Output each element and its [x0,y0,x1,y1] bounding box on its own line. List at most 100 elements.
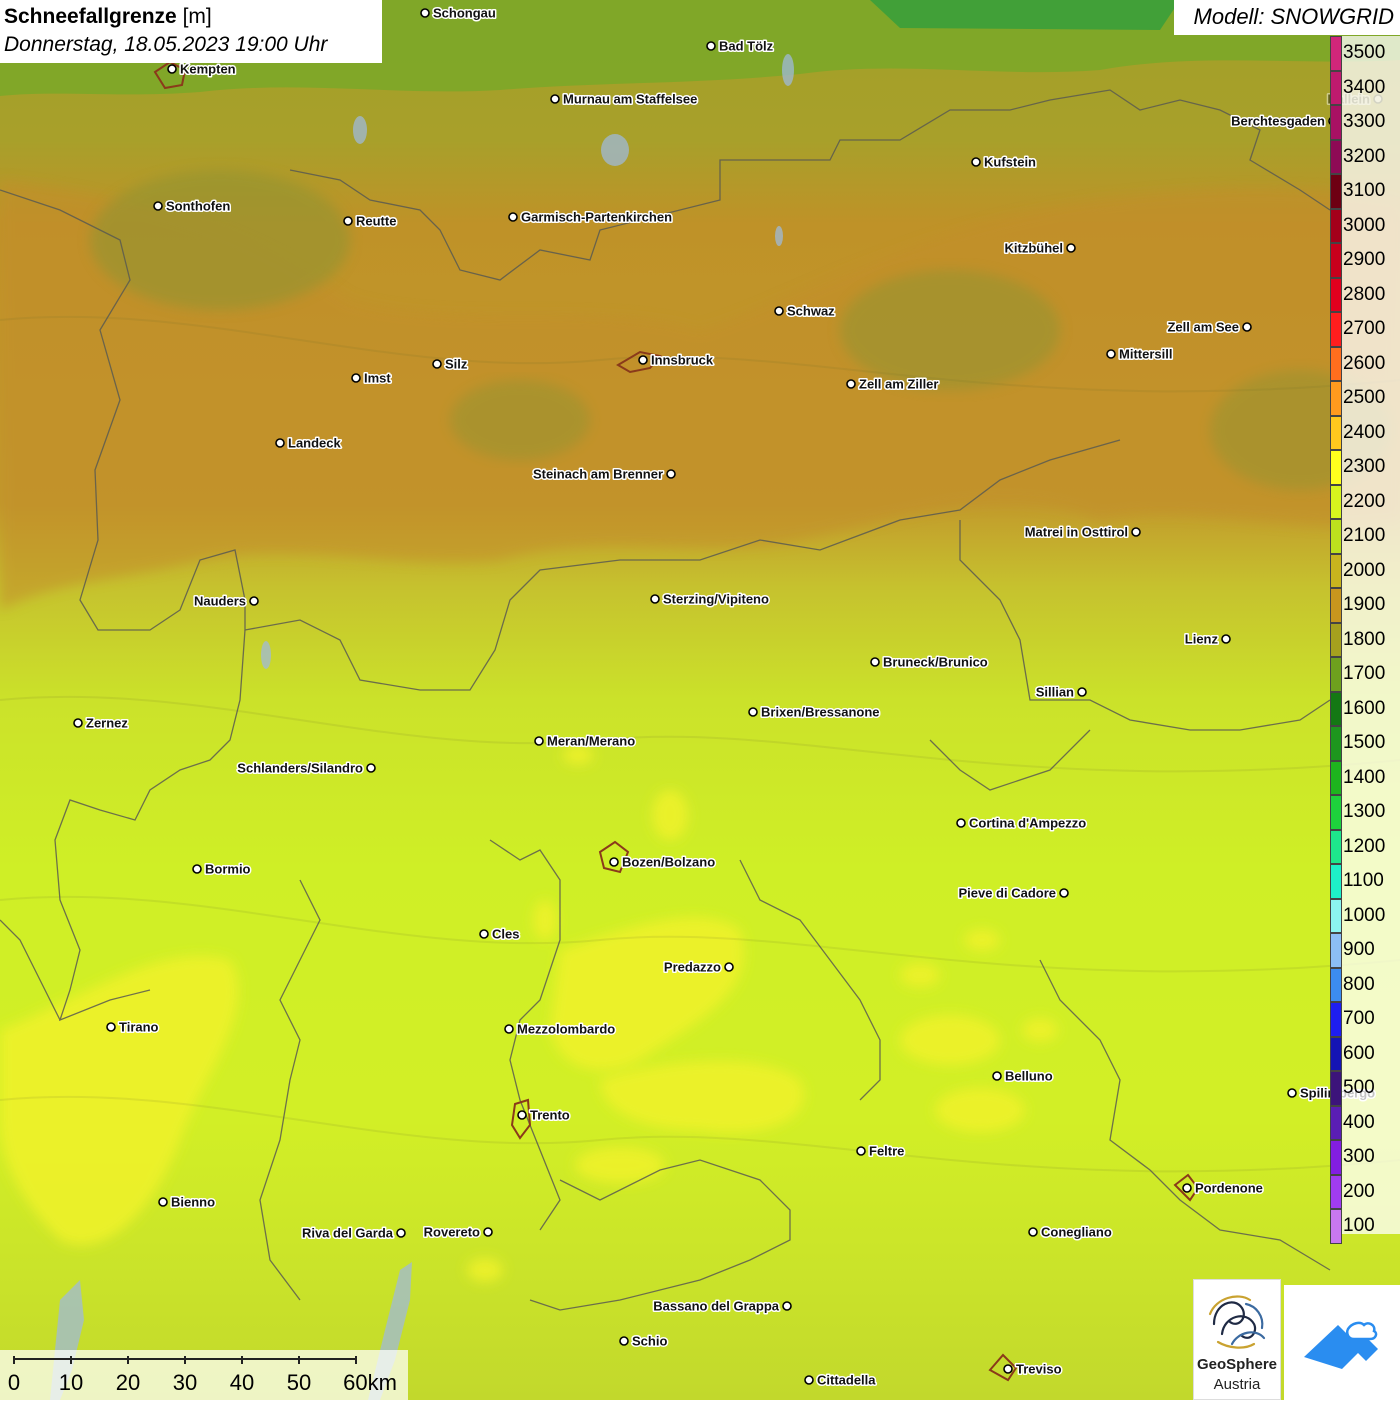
city-marker: Innsbruck [638,351,715,369]
city-dot [192,864,202,874]
legend-label: 1600 [1343,697,1386,719]
city-label: Bruneck/Brunico [883,655,988,670]
city-label: Zell am Ziller [859,377,938,392]
snowline-map[interactable]: Schongau Bad Tölz Kempten Murnau am Staffel… [0,0,1400,1400]
scale-label: 50 [286,1370,312,1395]
legend-row: 1500 [1330,726,1400,761]
legend-swatch [1330,381,1342,416]
legend-row: 1600 [1330,691,1400,726]
city-marker: Cortina d'Ampezzo [956,814,1088,832]
legend-row: 800 [1330,967,1400,1002]
legend-label: 3000 [1343,214,1386,236]
parameter-unit: [m] [182,5,212,28]
city-marker: Matrei in Osttirol [1023,523,1141,541]
city-dot [153,201,163,211]
city-label: Bassano del Grappa [653,1299,779,1314]
city-label: Bozen/Bolzano [622,855,715,870]
city-dot [508,212,518,222]
legend-swatch [1330,484,1342,519]
city-label: Garmisch-Partenkirchen [521,210,672,225]
city-dot [420,8,430,18]
city-dot [158,1197,168,1207]
city-dot [856,1146,866,1156]
geosphere-swirl-icon [1208,1295,1266,1349]
legend-swatch [1330,139,1342,174]
city-dot [479,929,489,939]
city-dot [73,718,83,728]
city-label: Berchtesgaden [1231,114,1325,129]
app-logo[interactable] [1284,1285,1400,1400]
scale-label: 60km [343,1370,397,1395]
city-dot [666,469,676,479]
legend-swatch [1330,657,1342,692]
city-dot [106,1022,116,1032]
legend-swatch [1330,208,1342,243]
legend-label: 100 [1343,1215,1375,1237]
legend-label: 2000 [1343,559,1386,581]
legend-swatch [1330,1140,1342,1175]
legend-label: 900 [1343,939,1375,961]
legend-row: 900 [1330,933,1400,968]
city-label: Imst [364,371,391,386]
valid-datetime: Donnerstag, 18.05.2023 19:00 Uhr [4,33,328,56]
city-dot [1287,1088,1297,1098]
city-label: Belluno [1005,1069,1053,1084]
city-dot [870,657,880,667]
scale-tick [355,1356,357,1364]
legend-label: 1200 [1343,835,1386,857]
city-dot [432,359,442,369]
city-dot [1106,349,1116,359]
scale-bar: 0 10 20 30 40 50 60km [0,1350,408,1400]
legend-label: 2200 [1343,490,1386,512]
legend-swatch [1330,691,1342,726]
city-label: Mezzolombardo [517,1022,615,1037]
legend-label: 800 [1343,973,1375,995]
legend-swatch [1330,1105,1342,1140]
city-dot [609,857,619,867]
city-dot [1059,888,1069,898]
city-label: Rovereto [424,1225,480,1240]
legend-label: 2100 [1343,525,1386,547]
city-label: Tirano [119,1020,159,1035]
city-dot [638,355,648,365]
legend-swatch [1330,933,1342,968]
scale-tick [13,1356,15,1364]
city-marker: Bruneck/Brunico [870,653,989,671]
city-label: Conegliano [1041,1225,1112,1240]
city-dot [619,1336,629,1346]
city-dot [1003,1364,1013,1374]
city-dot [1182,1183,1192,1193]
legend-swatch [1330,312,1342,347]
olive-patch [450,380,590,460]
city-label: Zernez [86,716,128,731]
legend-label: 2300 [1343,456,1386,478]
legend-label: 500 [1343,1077,1375,1099]
legend-row: 700 [1330,1002,1400,1037]
city-label: Kempten [180,62,236,77]
city-marker: Bassano del Grappa [652,1297,792,1315]
city-label: Zell am See [1167,320,1239,335]
city-marker: Meran/Merano [534,732,637,750]
city-marker: Sonthofen [153,197,232,215]
geosphere-name: GeoSphere [1196,1356,1278,1373]
city-dot [517,1110,527,1120]
legend-row: 1100 [1330,864,1400,899]
city-dot [1221,634,1231,644]
city-label: Murnau am Staffelsee [563,92,697,107]
legend-label: 1300 [1343,801,1386,823]
legend-label: 2700 [1343,318,1386,340]
geosphere-logo[interactable]: GeoSphere Austria [1193,1279,1281,1400]
scale-tick [127,1356,129,1364]
city-dot [706,41,716,51]
legend-swatch [1330,105,1342,140]
city-label: Bienno [171,1195,215,1210]
city-label: Predazzo [664,960,721,975]
legend-label: 3500 [1343,42,1386,64]
legend-label: 1700 [1343,663,1386,685]
legend-label: 2800 [1343,283,1386,305]
scale-tick [298,1356,300,1364]
city-dot [249,596,259,606]
legend-row: 1400 [1330,760,1400,795]
city-label: Landeck [288,436,342,451]
city-marker: Zell am Ziller [846,375,940,393]
